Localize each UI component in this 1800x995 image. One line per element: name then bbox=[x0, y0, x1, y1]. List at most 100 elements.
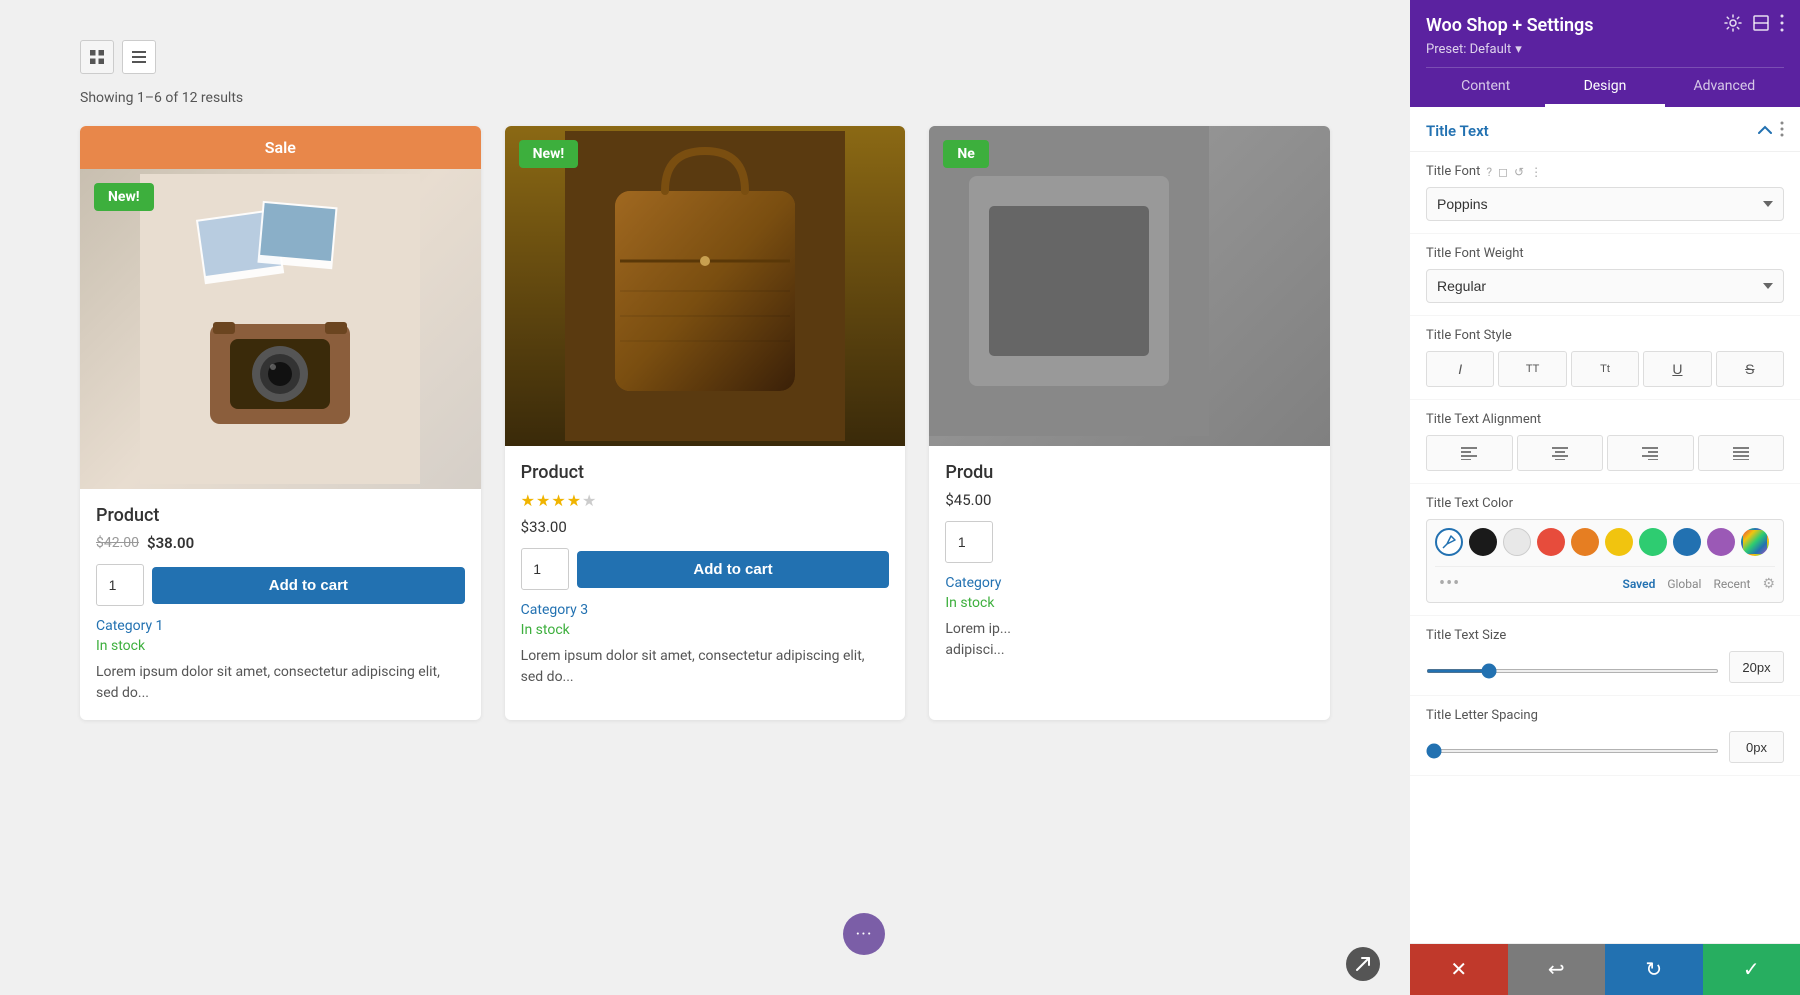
add-to-cart-row-2: Add to cart bbox=[521, 548, 890, 590]
floating-dots-button[interactable]: ··· bbox=[843, 913, 885, 955]
qty-input-3[interactable] bbox=[945, 521, 993, 563]
more-icon[interactable] bbox=[1780, 14, 1784, 36]
title-text-color-label-text: Title Text Color bbox=[1426, 496, 1513, 511]
title-font-style-row: Title Font Style I TT Tt U S bbox=[1410, 316, 1800, 400]
underline-button[interactable]: U bbox=[1643, 351, 1711, 387]
title-font-more-icon[interactable]: ⋮ bbox=[1530, 165, 1542, 179]
diagonal-arrow-button[interactable] bbox=[1346, 947, 1380, 981]
layout-icon[interactable] bbox=[1752, 14, 1770, 36]
product-image-svg-1 bbox=[140, 174, 420, 484]
qty-input-2[interactable] bbox=[521, 548, 569, 590]
panel-header-icons bbox=[1724, 14, 1784, 36]
align-center-button[interactable] bbox=[1517, 435, 1604, 471]
add-to-cart-button-2[interactable]: Add to cart bbox=[577, 551, 890, 588]
title-text-size-input[interactable] bbox=[1729, 651, 1784, 683]
add-to-cart-button-1[interactable]: Add to cart bbox=[152, 567, 465, 604]
align-justify-button[interactable] bbox=[1698, 435, 1785, 471]
tab-design[interactable]: Design bbox=[1545, 68, 1664, 107]
category-link-2[interactable]: Category 3 bbox=[521, 602, 890, 618]
color-tab-global[interactable]: Global bbox=[1667, 577, 1701, 591]
color-tab-recent[interactable]: Recent bbox=[1713, 577, 1750, 591]
undo-button[interactable]: ↩ bbox=[1508, 944, 1606, 995]
title-font-style-label: Title Font Style bbox=[1426, 328, 1784, 343]
in-stock-1: In stock bbox=[96, 638, 465, 654]
color-swatch-gradient[interactable] bbox=[1741, 528, 1769, 556]
title-text-size-label-text: Title Text Size bbox=[1426, 628, 1506, 643]
color-picker: ••• Saved Global Recent ⚙ bbox=[1426, 519, 1784, 603]
in-stock-2: In stock bbox=[521, 622, 890, 638]
uppercase-button[interactable]: TT bbox=[1498, 351, 1566, 387]
color-tab-saved[interactable]: Saved bbox=[1623, 577, 1656, 591]
in-stock-3: In stock bbox=[945, 595, 1314, 611]
price-regular-3: $45.00 bbox=[945, 491, 991, 509]
color-more-button[interactable]: ••• bbox=[1435, 573, 1464, 594]
align-left-button[interactable] bbox=[1426, 435, 1513, 471]
settings-icon[interactable] bbox=[1724, 14, 1742, 36]
title-font-help-icon[interactable]: ? bbox=[1486, 165, 1492, 179]
product-image-svg-3 bbox=[929, 126, 1209, 436]
color-swatch-green[interactable] bbox=[1639, 528, 1667, 556]
color-swatch-light[interactable] bbox=[1503, 528, 1531, 556]
product-image-svg-2 bbox=[565, 131, 845, 441]
product-card-3: Ne Produ $45.00 Category In stock Lorem … bbox=[929, 126, 1330, 720]
title-font-square-icon[interactable]: ◻ bbox=[1498, 165, 1508, 179]
section-more-button[interactable] bbox=[1780, 121, 1784, 141]
add-to-cart-row-3 bbox=[945, 521, 1314, 563]
product-price-3: $45.00 bbox=[945, 491, 1314, 509]
title-text-color-row: Title Text Color bbox=[1410, 484, 1800, 616]
color-swatch-black[interactable] bbox=[1469, 528, 1497, 556]
showing-text: Showing 1–6 of 12 results bbox=[80, 90, 1330, 106]
section-title: Title Text bbox=[1426, 122, 1489, 140]
color-swatch-blue[interactable] bbox=[1673, 528, 1701, 556]
category-link-1[interactable]: Category 1 bbox=[96, 618, 465, 634]
tab-advanced[interactable]: Advanced bbox=[1665, 68, 1784, 107]
color-swatch-orange[interactable] bbox=[1571, 528, 1599, 556]
list-view-button[interactable] bbox=[122, 40, 156, 74]
color-gear-icon[interactable]: ⚙ bbox=[1762, 576, 1775, 592]
price-new-1: $38.00 bbox=[147, 534, 194, 552]
new-badge-1: New! bbox=[94, 183, 154, 211]
collapse-button[interactable] bbox=[1758, 123, 1772, 139]
color-swatch-purple[interactable] bbox=[1707, 528, 1735, 556]
title-text-alignment-label: Title Text Alignment bbox=[1426, 412, 1784, 427]
panel-preset[interactable]: Preset: Default ▾ bbox=[1426, 42, 1784, 57]
tab-content[interactable]: Content bbox=[1426, 68, 1545, 107]
cancel-icon: ✕ bbox=[1450, 957, 1467, 982]
product-info-1: Product $42.00 $38.00 Add to cart Catego… bbox=[80, 489, 481, 720]
title-font-reset-icon[interactable]: ↺ bbox=[1514, 165, 1524, 179]
undo-icon: ↩ bbox=[1548, 957, 1565, 982]
alignment-buttons bbox=[1426, 435, 1784, 471]
product-price-2: $33.00 bbox=[521, 518, 890, 536]
title-font-weight-select[interactable]: Regular Bold Light Medium SemiBold bbox=[1426, 269, 1784, 303]
qty-input-1[interactable] bbox=[96, 564, 144, 606]
title-text-color-label: Title Text Color bbox=[1426, 496, 1784, 511]
category-link-3[interactable]: Category bbox=[945, 575, 1314, 591]
title-font-select[interactable]: Poppins Arial Helvetica Georgia bbox=[1426, 187, 1784, 221]
color-swatch-yellow[interactable] bbox=[1605, 528, 1633, 556]
capitalize-button[interactable]: Tt bbox=[1571, 351, 1639, 387]
cancel-button[interactable]: ✕ bbox=[1410, 944, 1508, 995]
redo-button[interactable]: ↻ bbox=[1605, 944, 1703, 995]
font-style-buttons: I TT Tt U S bbox=[1426, 351, 1784, 387]
title-letter-spacing-label: Title Letter Spacing bbox=[1426, 708, 1784, 723]
title-letter-spacing-slider[interactable] bbox=[1426, 749, 1719, 753]
color-swatch-red[interactable] bbox=[1537, 528, 1565, 556]
title-letter-spacing-input[interactable] bbox=[1729, 731, 1784, 763]
main-content: Showing 1–6 of 12 results Sale New! bbox=[0, 0, 1410, 995]
grid-view-button[interactable] bbox=[80, 40, 114, 74]
color-picker-active[interactable] bbox=[1435, 528, 1463, 556]
title-font-weight-label-text: Title Font Weight bbox=[1426, 246, 1524, 261]
product-image-1: New! bbox=[80, 169, 481, 489]
sale-banner: Sale bbox=[80, 126, 481, 169]
strikethrough-button[interactable]: S bbox=[1716, 351, 1784, 387]
stars-2: ★ ★ ★ ★ ★ bbox=[521, 491, 890, 510]
align-right-button[interactable] bbox=[1607, 435, 1694, 471]
italic-button[interactable]: I bbox=[1426, 351, 1494, 387]
toolbar bbox=[80, 40, 1330, 74]
save-button[interactable]: ✓ bbox=[1703, 944, 1800, 995]
section-header: Title Text bbox=[1410, 107, 1800, 152]
description-1: Lorem ipsum dolor sit amet, consectetur … bbox=[96, 662, 465, 704]
title-text-size-slider[interactable] bbox=[1426, 669, 1719, 673]
products-grid: Sale New! bbox=[80, 126, 1330, 720]
title-letter-spacing-row: Title Letter Spacing bbox=[1410, 696, 1800, 776]
